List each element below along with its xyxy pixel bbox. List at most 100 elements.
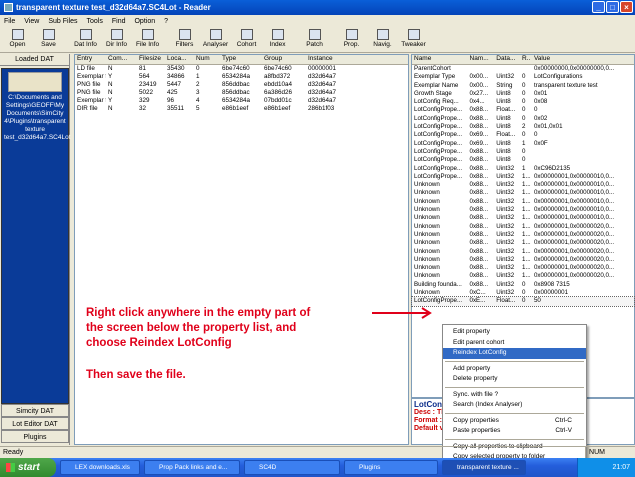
- column-header[interactable]: Entry: [75, 55, 106, 64]
- toolbar-dir-info-button[interactable]: Dir Info: [101, 27, 132, 52]
- property-row[interactable]: Unknown 0x88... Uint32 1... 0x00000001,0x000…: [412, 264, 634, 272]
- table-row[interactable]: Exemplar fileY 329 96 4 6534284a 07bdd01c d32d…: [75, 97, 408, 105]
- context-menu-item-reindex-lotconfig[interactable]: Reindex LotConfig: [443, 348, 586, 359]
- property-row[interactable]: Unknown 0x88... Uint32 1... 0x00000001,0x000…: [412, 272, 634, 280]
- toolbar-cohort-button[interactable]: Cohort: [231, 27, 262, 52]
- property-row[interactable]: Unknown 0x88... Uint32 1... 0x00000001,0x000…: [412, 231, 634, 239]
- context-menu-item-add-property[interactable]: Add property: [443, 364, 586, 375]
- taskbar-button-active[interactable]: transparent texture ...: [442, 460, 526, 475]
- taskbar-button[interactable]: LEX downloads.xls: [60, 460, 140, 475]
- context-menu-item-copy-properties[interactable]: Copy properties Ctrl-C: [443, 416, 586, 427]
- toolbar-tweaker-button[interactable]: Tweaker: [398, 27, 429, 52]
- property-row[interactable]: Unknown 0x88... Uint32 1... 0x00000001,0x000…: [412, 206, 634, 214]
- property-row[interactable]: LotConfigPrope... 0x88... Uint8 0: [412, 148, 634, 156]
- column-header[interactable]: R..: [520, 55, 532, 64]
- property-row[interactable]: LotConfigPrope... 0x88... Uint8 0: [412, 156, 634, 164]
- property-row[interactable]: LotConfig Req... 0x4... Uint8 0 0x08: [412, 98, 634, 106]
- column-header[interactable]: Loca...: [165, 55, 194, 64]
- toolbar-index-button[interactable]: Index: [262, 27, 293, 52]
- property-row[interactable]: Unknown 0x88... Uint32 1... 0x00000001,0x000…: [412, 223, 634, 231]
- column-header[interactable]: Data...: [494, 55, 520, 64]
- column-header[interactable]: Nam...: [468, 55, 495, 64]
- table-cell: DIR file: [77, 105, 98, 112]
- property-row[interactable]: LotConfigPrope... 0xE... Float... 0 50: [411, 296, 635, 307]
- title-bar: transparent texture test_d32d64a7.SC4Lot…: [0, 0, 635, 15]
- property-cell: LotConfigPrope...: [414, 123, 463, 131]
- context-menu-item-search-index-analyser[interactable]: Search (Index Analyser): [443, 400, 586, 411]
- property-cell: LotConfigPrope...: [414, 139, 463, 147]
- file-list[interactable]: Entry Com... Filesize Loca... Num Type Group In…: [74, 54, 409, 445]
- context-menu-item-paste-properties[interactable]: Paste properties Ctrl-V: [443, 426, 586, 437]
- column-header[interactable]: Value: [532, 55, 634, 64]
- menu-sub-files[interactable]: Sub Files: [48, 18, 77, 25]
- toolbar-prop-button[interactable]: Prop.: [336, 27, 367, 52]
- menu-view[interactable]: View: [24, 18, 39, 25]
- property-row[interactable]: Building founda... 0x88... Uint32 0 0x8908 7…: [412, 281, 634, 289]
- property-row[interactable]: Unknown 0x88... Uint32 1... 0x00000001,0x000…: [412, 239, 634, 247]
- toolbar-patch-button[interactable]: Patch: [299, 27, 330, 52]
- column-header[interactable]: Com...: [106, 55, 137, 64]
- property-row[interactable]: Growth Stage 0x27... Uint8 0 0x01: [412, 90, 634, 98]
- property-row[interactable]: Exemplar Name 0x00... String 0 transparent t…: [412, 82, 634, 90]
- context-menu-item-edit-property[interactable]: Edit property: [443, 327, 586, 338]
- property-cell: Uint32: [496, 206, 515, 214]
- minimize-button[interactable]: _: [592, 1, 605, 13]
- toolbar-dat-info-button[interactable]: Dat Info: [70, 27, 101, 52]
- toolbar-open-button[interactable]: Open: [2, 27, 33, 52]
- property-row[interactable]: Exemplar Type 0x00... Uint32 0 LotConfigurat…: [412, 73, 634, 81]
- property-row[interactable]: LotConfigPrope... 0x88... Float... 0 0: [412, 106, 634, 114]
- property-row[interactable]: Unknown 0x88... Uint32 1... 0x00000001,0x000…: [412, 248, 634, 256]
- property-row[interactable]: LotConfigPrope... 0x88... Uint32 1... 0x0000…: [412, 173, 634, 181]
- taskbar-button[interactable]: Plugins: [344, 460, 438, 475]
- column-header[interactable]: Instance: [306, 55, 356, 64]
- column-header[interactable]: Group: [262, 55, 306, 64]
- maximize-button[interactable]: □: [606, 1, 619, 13]
- menu-file[interactable]: File: [4, 18, 15, 25]
- taskbar-button[interactable]: SC4D: [244, 460, 340, 475]
- column-header[interactable]: Type: [220, 55, 262, 64]
- toolbar-analyser-button[interactable]: Analyser: [200, 27, 231, 52]
- tab-plugins[interactable]: Plugins: [1, 430, 69, 443]
- menu-find[interactable]: Find: [112, 18, 126, 25]
- taskbar-button[interactable]: Prop Pack links and e...: [144, 460, 240, 475]
- property-row[interactable]: ParentCohort 0x00000000,0x00000000,0...: [412, 65, 634, 73]
- close-button[interactable]: ×: [620, 1, 633, 13]
- start-button[interactable]: start: [0, 458, 56, 477]
- context-menu-item-sync-with-file[interactable]: Sync. with file ?: [443, 390, 586, 401]
- property-row[interactable]: Unknown 0x88... Uint32 1... 0x00000001,0x000…: [412, 256, 634, 264]
- property-row[interactable]: Unknown 0x88... Uint32 1... 0x00000001,0x000…: [412, 214, 634, 222]
- table-row[interactable]: DIR file N 32 35511 5 e86b1eef e86b1eef 286b1f0…: [75, 105, 408, 113]
- table-row[interactable]: Exemplar fileY 564 34866 1 6534284a a8fbd372 d…: [75, 73, 408, 81]
- property-row[interactable]: Unknown 0xC... Uint32 0 0x00000001: [412, 289, 634, 297]
- toolbar-save-button[interactable]: Save: [33, 27, 64, 52]
- toolbar-navig-button[interactable]: Navig.: [367, 27, 398, 52]
- menu-tools[interactable]: Tools: [87, 18, 103, 25]
- property-row[interactable]: LotConfigPrope... 0x88... Uint32 1 0xC96D213…: [412, 165, 634, 173]
- property-row[interactable]: LotConfigPrope... 0x69... Uint8 1 0x0F: [412, 140, 634, 148]
- column-header[interactable]: Num: [194, 55, 220, 64]
- tab-lot-editor-dat[interactable]: Lot Editor DAT: [1, 417, 69, 430]
- property-row[interactable]: Unknown 0x88... Uint32 1... 0x00000001,0x000…: [412, 181, 634, 189]
- property-row[interactable]: LotConfigPrope... 0x88... Uint8 2 0x01,0x01: [412, 123, 634, 131]
- property-cell: 0x00000001,0x00000010,0...: [533, 197, 615, 205]
- column-header[interactable]: Filesize: [137, 55, 165, 64]
- menu--[interactable]: ?: [164, 18, 168, 25]
- property-row[interactable]: Unknown 0x88... Uint32 1... 0x00000001,0x000…: [412, 198, 634, 206]
- table-row[interactable]: PNG file N 23419 5447 2 856ddbac ebdd10a4 d32d6…: [75, 81, 408, 89]
- toolbar-file-info-button[interactable]: File Info: [132, 27, 163, 52]
- menu-option[interactable]: Option: [134, 18, 155, 25]
- property-row[interactable]: LotConfigPrope... 0x69... Float... 0 0: [412, 131, 634, 139]
- toolbar-label: Tweaker: [401, 41, 426, 48]
- property-row[interactable]: Unknown 0x88... Uint32 1... 0x00000001,0x000…: [412, 189, 634, 197]
- table-row[interactable]: LD file N 81 35430 0 6be74c60 6be74c60 00000001: [75, 65, 408, 73]
- property-cell: 0x88...: [469, 114, 489, 122]
- context-menu-item-delete-property[interactable]: Delete property: [443, 374, 586, 385]
- table-row[interactable]: PNG file N 5022 425 3 856ddbac 6a386d26 d32d64a…: [75, 89, 408, 97]
- menu-item-label: Search (Index Analyser): [453, 401, 523, 408]
- loaded-dat-entry[interactable]: C:\Documents and Settings\GEOFF\My Docum…: [1, 68, 71, 404]
- toolbar-filters-button[interactable]: Filters: [169, 27, 200, 52]
- column-header[interactable]: Name: [412, 55, 468, 64]
- property-row[interactable]: LotConfigPrope... 0x88... Uint8 0 0x02: [412, 115, 634, 123]
- tab-simcity-dat[interactable]: Simcity DAT: [1, 404, 69, 417]
- context-menu-item-edit-parent-cohort[interactable]: Edit parent cohort: [443, 338, 586, 349]
